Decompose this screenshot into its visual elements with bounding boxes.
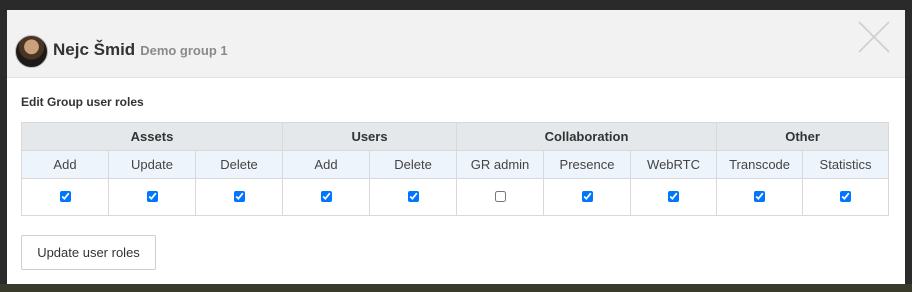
permission-cell xyxy=(282,178,370,216)
permission-label-delete: Delete xyxy=(368,150,458,179)
permission-cell xyxy=(195,178,283,216)
permission-label-gr-admin: GR admin xyxy=(456,150,545,179)
permission-label-transcode: Transcode xyxy=(716,150,804,179)
permission-checkbox-update[interactable] xyxy=(146,190,158,202)
group-header-users: Users xyxy=(281,122,458,151)
group-header-other: Other xyxy=(716,122,890,151)
permission-label-add: Add xyxy=(282,150,370,179)
permission-checkbox-delete[interactable] xyxy=(233,190,245,202)
permission-checkbox-transcode[interactable] xyxy=(754,190,766,202)
permission-label-add: Add xyxy=(21,150,109,179)
backdrop xyxy=(0,0,912,10)
close-icon[interactable] xyxy=(857,20,891,54)
section-title: Edit Group user roles xyxy=(21,95,144,109)
group-header-row: Assets Users Collaboration Other xyxy=(21,122,890,151)
permission-cell xyxy=(802,178,890,216)
permission-cell xyxy=(630,178,718,216)
group-header-collaboration: Collaboration xyxy=(456,122,718,151)
roles-table: Assets Users Collaboration Other Add Update D… xyxy=(21,122,890,216)
user-name: Nejc Šmid Demo group 1 xyxy=(53,40,228,60)
group-name: Demo group 1 xyxy=(140,43,228,58)
permission-cell xyxy=(456,178,545,216)
permission-label-update: Update xyxy=(108,150,196,179)
permission-cell xyxy=(21,178,109,216)
permission-checkbox-row xyxy=(21,178,890,216)
permission-cell xyxy=(543,178,632,216)
edit-roles-dialog: Nejc Šmid Demo group 1 Edit Group user ro… xyxy=(7,10,905,284)
permission-checkbox-presence[interactable] xyxy=(581,190,593,202)
permission-header-row: Add Update Delete Add Delete GR admin Presence… xyxy=(21,150,890,179)
permission-checkbox-add[interactable] xyxy=(320,190,332,202)
permission-checkbox-gr-admin[interactable] xyxy=(494,190,506,202)
dialog-header: Nejc Šmid Demo group 1 xyxy=(7,10,905,78)
avatar xyxy=(15,35,48,68)
permission-label-delete: Delete xyxy=(195,150,283,179)
permission-checkbox-add[interactable] xyxy=(59,190,71,202)
permission-checkbox-statistics[interactable] xyxy=(840,190,852,202)
permission-cell xyxy=(108,178,196,216)
permission-label-webrtc: WebRTC xyxy=(630,150,718,179)
user-name-text: Nejc Šmid xyxy=(53,40,136,59)
permission-cell xyxy=(368,178,458,216)
permission-checkbox-delete[interactable] xyxy=(407,190,419,202)
permission-checkbox-webrtc[interactable] xyxy=(668,190,680,202)
permission-label-presence: Presence xyxy=(543,150,632,179)
update-user-roles-button[interactable]: Update user roles xyxy=(21,235,156,270)
permission-cell xyxy=(716,178,804,216)
backdrop xyxy=(0,284,912,292)
group-header-assets: Assets xyxy=(21,122,283,151)
permission-label-statistics: Statistics xyxy=(802,150,890,179)
